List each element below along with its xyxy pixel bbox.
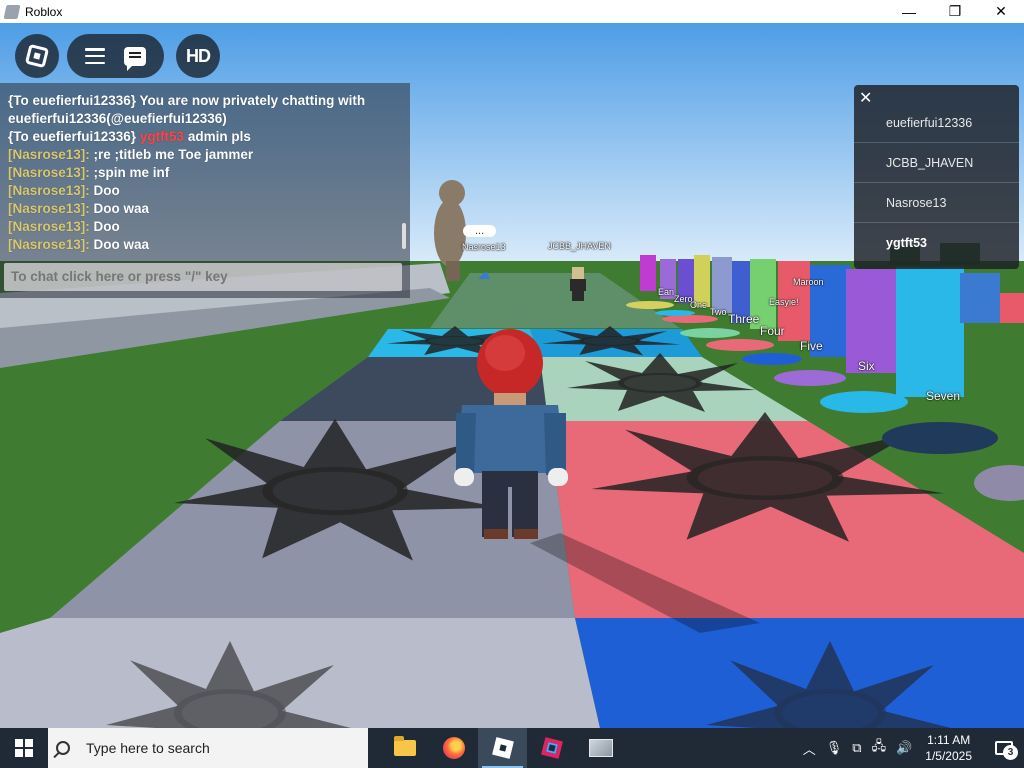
system-tray: ︿ 🎙 ⧉ 🖧 🔊 1:11 AM 1/5/2025 3: [798, 728, 1024, 768]
taskbar-file-explorer[interactable]: [380, 728, 429, 768]
minimize-button[interactable]: —: [886, 0, 932, 23]
chat-message: [Nasrose13]: Doo waa: [8, 237, 150, 252]
chat-messages: {To euefierfui12336} You are now private…: [8, 83, 400, 253]
nametag-jcbb-jhaven: JCBB_JHAVEN: [548, 241, 611, 251]
chat-message: [Nasrose13]: ;spin me inf: [8, 165, 170, 180]
search-placeholder: Type here to search: [86, 740, 210, 756]
volume-icon[interactable]: 🔊: [896, 740, 912, 756]
chat-sender: ygtft53: [139, 129, 185, 144]
chat-scrollbar[interactable]: [402, 223, 406, 249]
start-button[interactable]: [0, 728, 48, 768]
chat-message: [Nasrose13]: Doo: [8, 183, 120, 198]
chat-input[interactable]: To chat click here or press "/" key: [4, 263, 402, 291]
firefox-icon: [442, 737, 465, 759]
roblox-menu-button[interactable]: [15, 34, 59, 78]
window-controls: — ❐ ✕: [886, 0, 1024, 23]
chat-sender: [Nasrose13]:: [8, 201, 90, 216]
label-easyie: Easyie!: [769, 297, 799, 307]
maximize-button[interactable]: ❐: [932, 0, 978, 23]
folder-icon: [393, 736, 416, 756]
window-titlebar: Roblox — ❐ ✕: [0, 0, 1024, 23]
chat-sender: [Nasrose13]:: [8, 165, 90, 180]
taskbar-search-box[interactable]: Type here to search: [48, 728, 368, 768]
player-list-item-local[interactable]: ygtft53: [854, 223, 1019, 263]
notification-count-badge: 3: [1003, 745, 1018, 760]
clock-time: 1:11 AM: [927, 733, 971, 747]
chat-sender: [Nasrose13]:: [8, 219, 90, 234]
search-icon: [56, 741, 70, 755]
chat-window: {To euefierfui12336} You are now private…: [0, 83, 410, 298]
distant-avatar: [570, 267, 586, 301]
label-five: Five: [800, 339, 823, 353]
chat-sender: [Nasrose13]:: [8, 183, 90, 198]
taskbar-clock[interactable]: 1:11 AM 1/5/2025: [925, 732, 972, 764]
chat-sender: [Nasrose13]:: [8, 237, 90, 252]
chevron-up-icon[interactable]: ︿: [803, 739, 816, 758]
label-one: One: [690, 300, 708, 310]
taskbar-other-app[interactable]: [576, 728, 625, 768]
roblox-studio-icon: [540, 737, 563, 759]
network-icon[interactable]: 🖧: [872, 737, 887, 759]
roblox-icon: [491, 737, 514, 759]
windows-logo-icon: [15, 739, 33, 757]
label-two: Two: [710, 307, 727, 317]
hamburger-menu-icon[interactable]: [84, 48, 105, 64]
window-title: Roblox: [25, 4, 63, 19]
label-four: Four: [760, 324, 785, 338]
menu-chat-button-group: [67, 34, 164, 78]
player-list-item[interactable]: Nasrose13: [854, 183, 1019, 223]
clock-date: 1/5/2025: [925, 749, 972, 763]
chat-message: [Nasrose13]: ;re ;titleb me Toe jammer: [8, 147, 254, 162]
label-six: Six: [858, 359, 875, 373]
nametag-nasrose13: Nasrose13: [462, 242, 506, 252]
label-seven: Seven: [926, 389, 961, 403]
chat-line-cut: [8, 83, 400, 92]
chat-toggle-icon[interactable]: [124, 46, 147, 71]
player-list-item[interactable]: euefierfui12336: [854, 103, 1019, 143]
chat-message: {To euefierfui12336} ygtft53 admin pls: [8, 129, 251, 144]
taskbar-roblox[interactable]: [478, 728, 527, 768]
chat-bubble: ...: [463, 225, 497, 237]
close-button[interactable]: ✕: [978, 0, 1024, 23]
chat-message: {To euefierfui12336} You are now private…: [8, 93, 366, 126]
roblox-app-icon: [3, 4, 21, 19]
chat-sender: [Nasrose13]:: [8, 147, 90, 162]
player-list-item[interactable]: JCBB_JHAVEN: [854, 143, 1019, 183]
label-three: Three: [728, 312, 760, 326]
tile: [0, 618, 600, 728]
chat-message: [Nasrose13]: Doo waa: [8, 201, 150, 216]
hd-admin-button[interactable]: HD: [176, 34, 220, 78]
roblox-logo-icon: [24, 43, 50, 69]
notification-center-button[interactable]: 3: [984, 728, 1024, 768]
microphone-icon[interactable]: 🎙: [826, 740, 843, 756]
windows-taskbar: Type here to search ︿ 🎙 ⧉ 🖧 🔊 1:11 AM 1/…: [0, 728, 1024, 768]
taskbar-firefox[interactable]: [429, 728, 478, 768]
chat-message: [Nasrose13]: Doo: [8, 219, 120, 234]
label-maroon: Maroon: [793, 277, 824, 287]
label-ean: Ean: [658, 287, 675, 297]
app-icon: [588, 739, 613, 757]
screen-clip-icon[interactable]: ⧉: [852, 740, 861, 756]
taskbar-roblox-studio[interactable]: [527, 728, 576, 768]
player-list: ✕ euefierfui12336 JCBB_JHAVEN Nasrose13 …: [854, 85, 1019, 269]
